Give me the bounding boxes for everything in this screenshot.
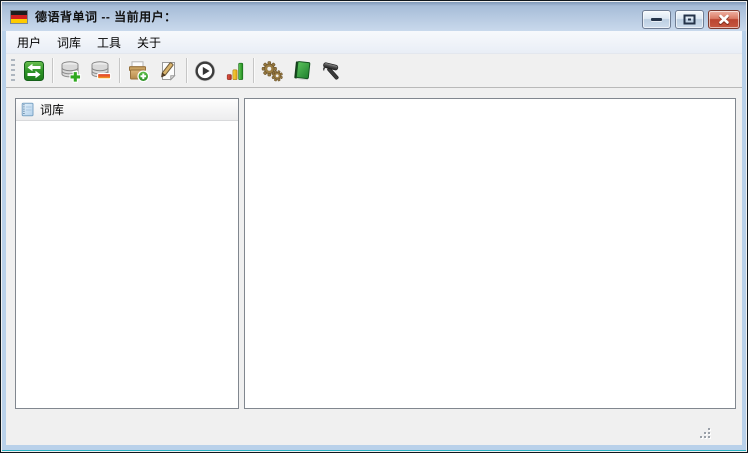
toolbar-button-tools[interactable]	[317, 56, 347, 85]
toolbar-button-switch-user[interactable]	[19, 56, 49, 85]
maximize-button[interactable]	[675, 10, 704, 29]
toolbar-button-edit-words[interactable]	[153, 56, 183, 85]
resize-grip-icon[interactable]	[699, 427, 712, 440]
gears-icon	[260, 59, 284, 83]
tree-item-wordbook[interactable]: 词库	[16, 99, 238, 121]
menu-wordbook[interactable]: 词库	[49, 31, 89, 54]
german-flag-icon[interactable]	[11, 11, 27, 23]
toolbar-separator	[186, 58, 187, 83]
toolbar	[6, 54, 742, 88]
app-window: 德语背单词 -- 当前用户： 用户 词库 工具 关于	[0, 0, 748, 453]
menu-about[interactable]: 关于	[129, 31, 169, 54]
client-area: 用户 词库 工具 关于	[6, 31, 742, 445]
workspace: 词库	[6, 88, 742, 445]
toolbar-button-dictionary[interactable]	[287, 56, 317, 85]
window-border-right	[742, 31, 746, 450]
window-title: 德语背单词 -- 当前用户：	[35, 8, 177, 25]
book-icon	[290, 59, 314, 83]
close-icon	[718, 14, 730, 25]
menu-tools[interactable]: 工具	[89, 31, 129, 54]
bar-chart-icon	[223, 59, 247, 83]
hammer-icon	[320, 59, 344, 83]
toolbar-grip[interactable]	[11, 59, 15, 83]
tree-item-label: 词库	[40, 101, 64, 118]
toolbar-separator	[119, 58, 120, 83]
notebook-icon	[20, 102, 35, 117]
toolbar-button-remove-wordbook[interactable]	[86, 56, 116, 85]
wordbook-tree-panel[interactable]: 词库	[15, 98, 239, 409]
toolbar-separator	[52, 58, 53, 83]
toolbar-button-settings[interactable]	[257, 56, 287, 85]
titlebar[interactable]: 德语背单词 -- 当前用户：	[2, 2, 746, 31]
maximize-icon	[683, 14, 696, 25]
minimize-button[interactable]	[642, 10, 671, 29]
box-add-icon	[126, 59, 150, 83]
close-button[interactable]	[708, 10, 740, 29]
toolbar-button-statistics[interactable]	[220, 56, 250, 85]
main-content-panel	[244, 98, 736, 409]
caption-buttons	[642, 10, 740, 29]
switch-arrows-icon	[22, 59, 46, 83]
toolbar-button-add-wordbook[interactable]	[56, 56, 86, 85]
minimize-icon	[651, 18, 662, 21]
toolbar-button-start-study[interactable]	[190, 56, 220, 85]
database-add-icon	[59, 59, 83, 83]
edit-pencil-icon	[156, 59, 180, 83]
menu-user[interactable]: 用户	[9, 31, 49, 54]
menu-bar: 用户 词库 工具 关于	[6, 31, 742, 54]
database-remove-icon	[89, 59, 113, 83]
toolbar-button-add-words[interactable]	[123, 56, 153, 85]
window-border-accent	[2, 450, 746, 451]
play-icon	[193, 59, 217, 83]
toolbar-separator	[253, 58, 254, 83]
